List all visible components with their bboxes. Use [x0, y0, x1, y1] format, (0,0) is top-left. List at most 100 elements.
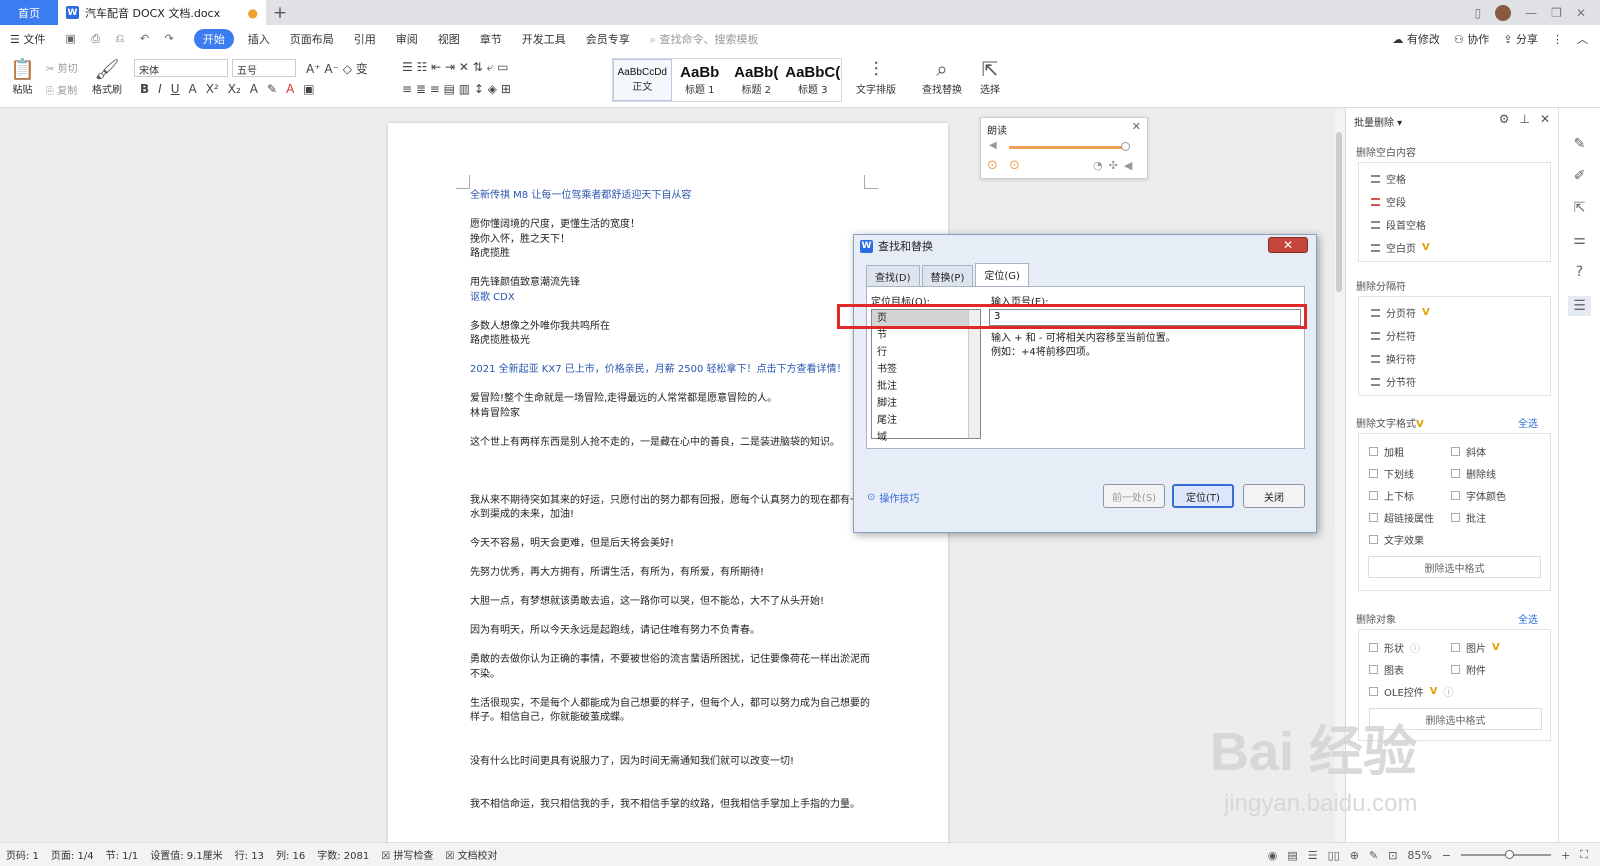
delete-section-breaks[interactable]: 分节符	[1371, 374, 1416, 389]
find-replace-button[interactable]: ⌕ 查找替换	[922, 57, 962, 96]
volume-knob[interactable]	[1121, 142, 1130, 151]
document-line[interactable]: 用先锋颜值致意潮流先锋	[470, 276, 880, 291]
font-grow-tools[interactable]: A⁺ A⁻ ◇ 变	[306, 60, 368, 77]
proofread-button[interactable]: ☒ 文档校对	[439, 847, 503, 862]
fullscreen-icon[interactable]: ⛶	[1580, 848, 1588, 862]
delete-page-breaks[interactable]: 分页符 V	[1371, 305, 1430, 320]
text-layout-button[interactable]: ⫶ 文字排版	[856, 57, 896, 96]
sliders-icon[interactable]: ⚌	[1573, 232, 1586, 248]
copy-button[interactable]: ⎘ 复制	[46, 81, 78, 103]
status-column[interactable]: 列: 16	[270, 847, 311, 862]
home-tab[interactable]: 首页	[0, 0, 58, 25]
document-line[interactable]: 因为有明天，所以今天永远是起跑线，请记住唯有努力不负青春。	[470, 624, 880, 639]
document-line[interactable]	[470, 769, 880, 784]
status-page-number[interactable]: 页码: 1	[0, 847, 45, 862]
style-heading-2[interactable]: AaBb(标题 2	[728, 59, 785, 101]
document-line[interactable]: 林肯冒险家	[470, 407, 880, 422]
document-line[interactable]	[470, 523, 880, 538]
document-line[interactable]: 挽你入怀，胜之天下！	[470, 233, 880, 248]
play-icon[interactable]: ⊙	[987, 158, 998, 173]
cursor-icon[interactable]: ⇱	[1574, 200, 1586, 216]
cut-button[interactable]: ✂ 剪切	[46, 59, 78, 81]
page-view-icon[interactable]: ▤	[1287, 849, 1297, 862]
document-line[interactable]: 我不相信命运，我只相信我的手，我不相信手掌的纹路，但我相信手掌加上手指的力量。	[470, 798, 880, 813]
delete-leading-spaces[interactable]: 段首空格	[1371, 217, 1426, 232]
dialog-close-icon[interactable]: ✕	[1268, 237, 1308, 253]
check-ole[interactable]: OLE控件 Vⓘ	[1369, 684, 1454, 699]
help-icon[interactable]: ?	[1576, 264, 1583, 280]
delete-spaces[interactable]: 空格	[1371, 171, 1406, 186]
target-option[interactable]: 书签	[872, 361, 980, 378]
document-line[interactable]: 路虎揽胜极光	[470, 334, 880, 349]
document-line[interactable]: 路虎揽胜	[470, 247, 880, 262]
delete-format-button[interactable]: 删除选中格式	[1368, 556, 1541, 578]
check-picture[interactable]: 图片 V	[1451, 640, 1500, 655]
document-line[interactable]: 今天不容易，明天会更难，但是后天将会美好!	[470, 537, 880, 552]
check-chart[interactable]: 图表	[1369, 662, 1404, 677]
tab-goto[interactable]: 定位(G)	[975, 263, 1029, 287]
check-underline[interactable]: 下划线	[1369, 466, 1414, 481]
target-option[interactable]: 节	[872, 327, 980, 344]
menu-chapter[interactable]: 章节	[470, 31, 512, 47]
paragraph-tools-bottom[interactable]: ≡ ≣ ≡ ▤ ▥ ↕ ◈ ⊞	[402, 82, 511, 96]
document-line[interactable]: 大胆一点，有梦想就该勇敢去追，这一路你可以哭，但不能怂，大不了从头开始!	[470, 595, 880, 610]
minimize-icon[interactable]: —	[1525, 6, 1537, 20]
menu-member[interactable]: 会员专享	[576, 31, 640, 47]
check-hyperlink[interactable]: 超链接属性	[1369, 510, 1434, 525]
menu-references[interactable]: 引用	[344, 31, 386, 47]
gear-icon[interactable]: ⚙	[1499, 112, 1510, 126]
document-line[interactable]	[470, 610, 880, 625]
document-line[interactable]	[470, 349, 880, 364]
document-line[interactable]	[470, 726, 880, 741]
eye-icon[interactable]: ◉	[1268, 849, 1278, 862]
document-line[interactable]	[470, 740, 880, 755]
document-line[interactable]	[470, 465, 880, 480]
new-tab-button[interactable]: +	[266, 0, 294, 25]
zoom-knob[interactable]	[1505, 850, 1515, 859]
scrollbar-thumb[interactable]	[1336, 132, 1342, 292]
fit-icon[interactable]: ⊡	[1388, 849, 1397, 862]
font-size-select[interactable]: 五号	[232, 59, 296, 77]
batch-icon[interactable]: ☰	[1568, 296, 1591, 316]
speed-icon[interactable]: ◔✣◀	[1093, 159, 1138, 172]
delete-empty-paragraphs[interactable]: 空段	[1371, 194, 1406, 209]
paste-button[interactable]: 📋 粘贴	[10, 57, 35, 96]
goto-button[interactable]: 定位(T)	[1172, 484, 1234, 508]
document-line[interactable]	[470, 305, 880, 320]
document-line[interactable]: 讴歌 CDX	[470, 291, 880, 306]
restore-icon[interactable]: ❐	[1551, 6, 1562, 20]
document-line[interactable]: 爱冒险!整个生命就是一场冒险,走得最远的人常常都是愿意冒险的人。	[470, 392, 880, 407]
delete-blank-pages[interactable]: 空白页 V	[1371, 240, 1430, 255]
menu-start[interactable]: 开始	[193, 29, 234, 49]
zoom-out-icon[interactable]: −	[1442, 849, 1451, 862]
web-view-icon[interactable]: ⊕	[1350, 849, 1359, 862]
zoom-level[interactable]: 85%	[1407, 849, 1431, 862]
target-option[interactable]: 尾注	[872, 412, 980, 429]
menu-insert[interactable]: 插入	[238, 31, 280, 47]
layout-icon[interactable]: ▯	[1475, 6, 1482, 20]
panel-title[interactable]: 批量删除 ▾	[1354, 114, 1402, 129]
check-text-effect[interactable]: 文字效果	[1369, 532, 1424, 547]
document-line[interactable]	[470, 552, 880, 567]
more-icon[interactable]: ⋮	[1552, 33, 1563, 46]
avatar[interactable]	[1495, 4, 1512, 21]
document-line[interactable]: 我从来不期待突如其来的好运，只愿付出的努力都有回报，愿每个认真努力的现在都有一个	[470, 494, 880, 509]
menu-view[interactable]: 视图	[428, 31, 470, 47]
document-line[interactable]	[470, 639, 880, 654]
document-line[interactable]	[470, 450, 880, 465]
listbox-scrollbar[interactable]	[968, 310, 980, 438]
document-line[interactable]: 生活很现实，不是每个人都能成为自己想要的样子，但每个人，都可以努力成为自己想要的	[470, 697, 880, 712]
collaborate-button[interactable]: ⚇ 协作	[1454, 31, 1489, 47]
check-attachment[interactable]: 附件	[1451, 662, 1486, 677]
check-superscript[interactable]: 上下标	[1369, 488, 1414, 503]
close-icon[interactable]: ✕	[1540, 112, 1550, 126]
document-line[interactable]: 勇敢的去做你认为正确的事情，不要被世俗的流言蜚语所困扰，记住要像荷花一样出淤泥而	[470, 653, 880, 668]
delete-column-breaks[interactable]: 分栏符	[1371, 328, 1416, 343]
volume-slider[interactable]	[1009, 146, 1127, 149]
target-option[interactable]: 脚注	[872, 395, 980, 412]
select-button[interactable]: ⇱ 选择	[980, 57, 1000, 96]
zoom-in-icon[interactable]: +	[1561, 849, 1570, 862]
previous-button[interactable]: 前一处(S)	[1103, 484, 1165, 508]
check-italic[interactable]: 斜体	[1451, 444, 1486, 459]
document-line[interactable]: 不染。	[470, 668, 880, 683]
